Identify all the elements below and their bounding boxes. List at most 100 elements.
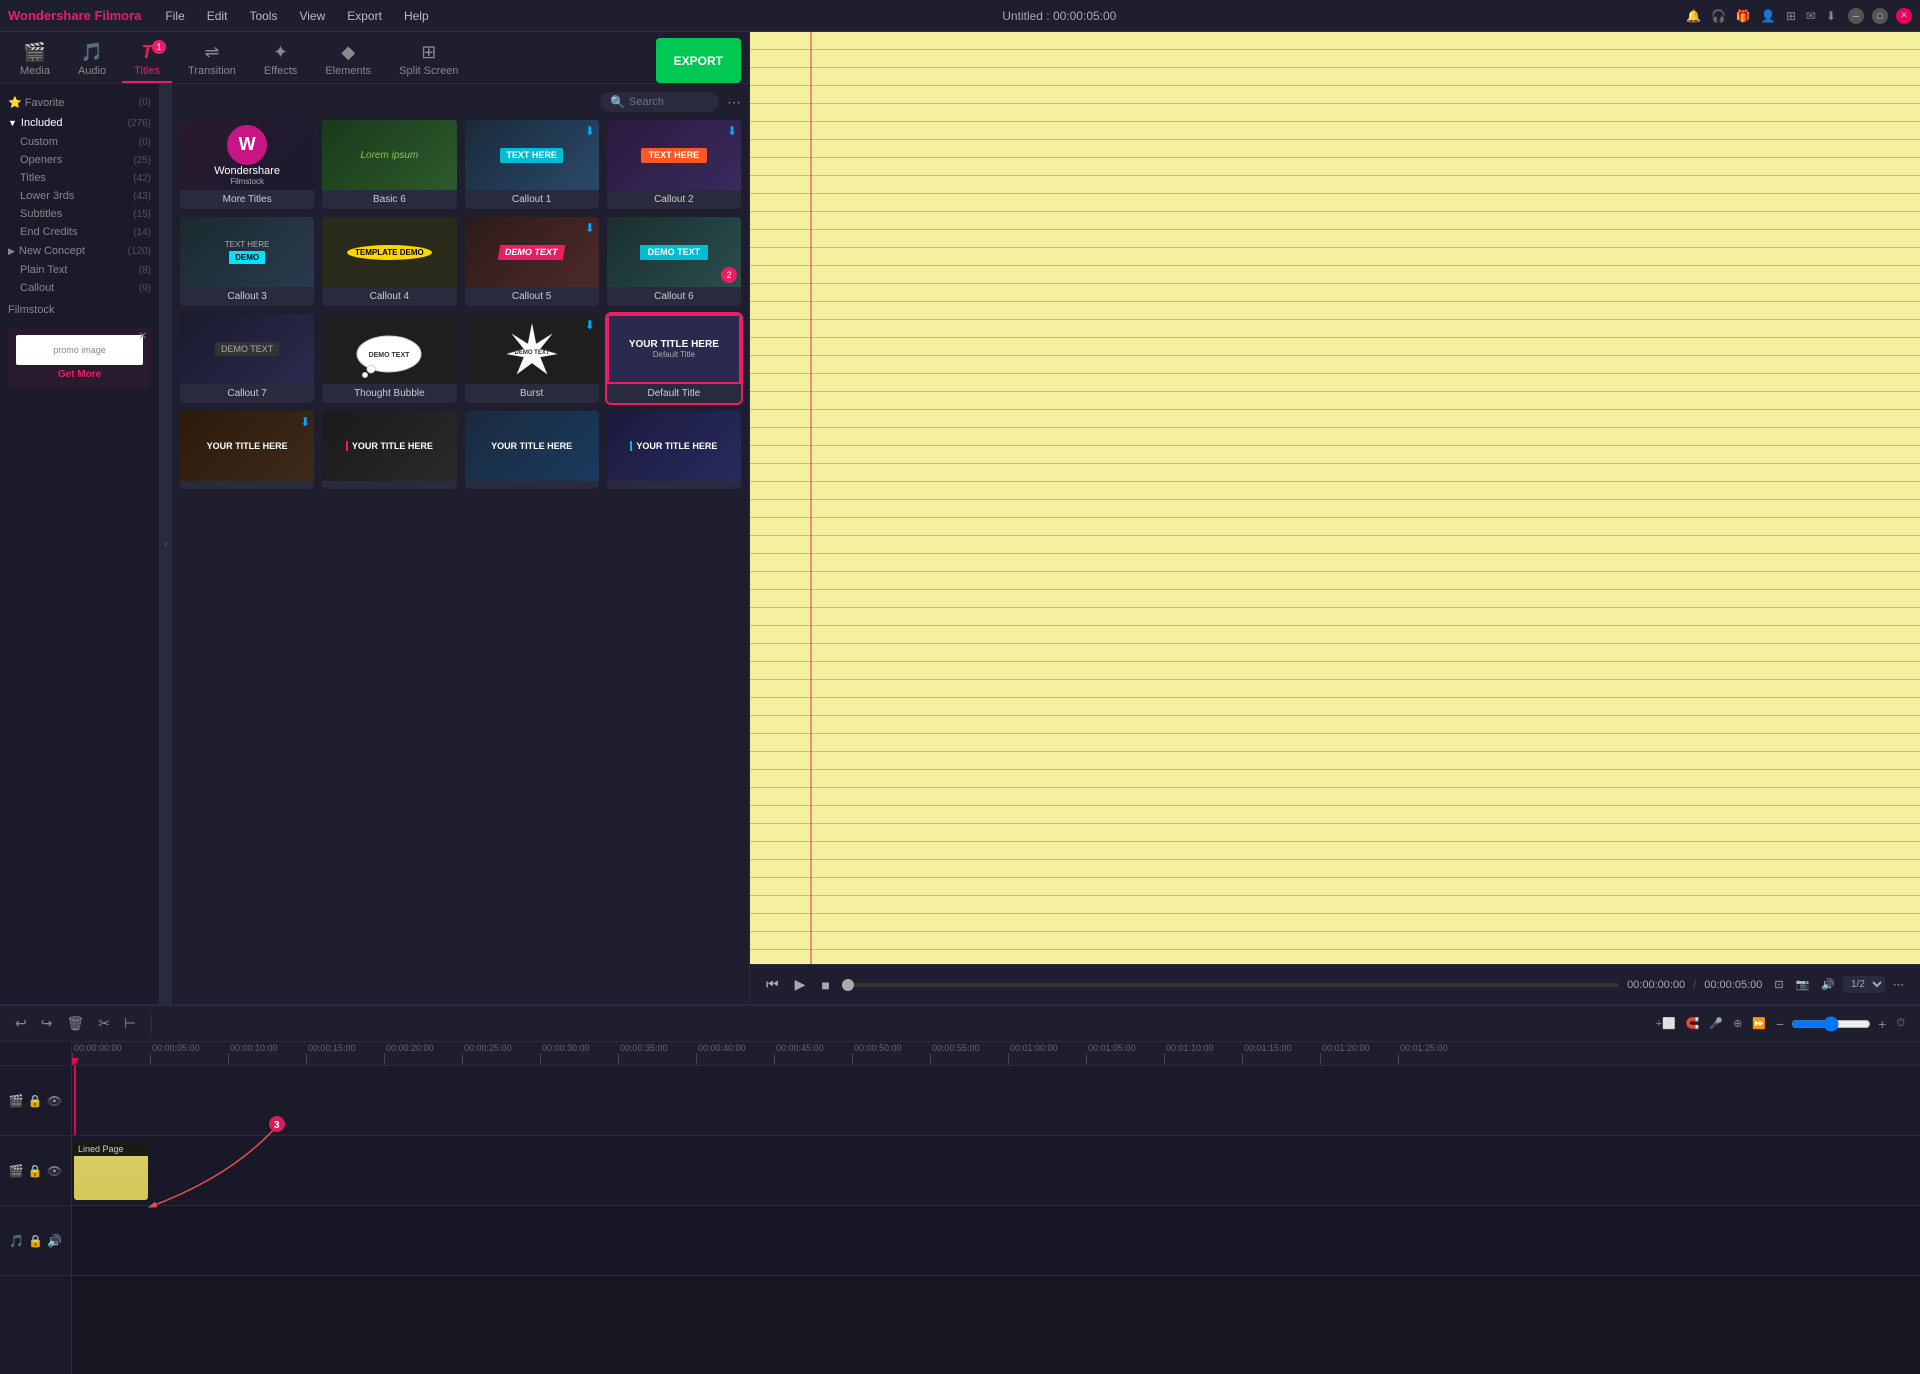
- video2-lock-icon[interactable]: 🔒: [28, 1164, 43, 1178]
- title-card-callout7[interactable]: DEMO TEXT Callout 7: [180, 314, 314, 403]
- user-icon[interactable]: 👤: [1761, 9, 1776, 23]
- time-separator: /: [1693, 979, 1696, 991]
- headphones-icon[interactable]: 🎧: [1711, 9, 1726, 23]
- mail-icon[interactable]: ✉: [1806, 9, 1816, 23]
- category-new-concept-header[interactable]: ▶ New Concept (120): [0, 241, 159, 261]
- menu-help[interactable]: Help: [400, 7, 433, 25]
- callout4-label: Callout 4: [322, 287, 456, 306]
- media-tabs: 🎬 Media 🎵 Audio T Titles 1 ⇌ Transition …: [0, 32, 749, 84]
- tab-elements[interactable]: ◆ Elements: [313, 38, 383, 83]
- category-callout[interactable]: Callout (9): [0, 279, 159, 297]
- magnet-button[interactable]: 🧲: [1683, 1014, 1703, 1033]
- play-button[interactable]: ▶: [791, 972, 810, 997]
- zoom-in-button[interactable]: +: [1875, 1013, 1889, 1035]
- tab-media[interactable]: 🎬 Media: [8, 38, 62, 83]
- ruler-line-major-15: [1242, 1053, 1243, 1065]
- speed-button[interactable]: ⏩: [1749, 1014, 1769, 1033]
- stop-button[interactable]: ■: [817, 973, 833, 997]
- title-card-default-title[interactable]: YOUR TITLE HERE Default Title Default Ti…: [607, 314, 741, 403]
- add-media-button[interactable]: +⬜: [1653, 1014, 1679, 1033]
- grid-options-icon[interactable]: ⋯: [727, 94, 741, 111]
- bell-icon[interactable]: 🔔: [1686, 9, 1701, 23]
- track-label-video2: 🎬 🔒 👁: [0, 1136, 71, 1206]
- category-filmstock[interactable]: Filmstock: [0, 301, 159, 319]
- title-card-burst[interactable]: DEMO TEXT ⬇ Burst: [465, 314, 599, 403]
- prev-frame-button[interactable]: ⏮: [762, 972, 783, 997]
- menu-tools[interactable]: Tools: [245, 7, 281, 25]
- zoom-out-button[interactable]: −: [1773, 1013, 1787, 1035]
- get-more-label[interactable]: Get More: [16, 369, 143, 380]
- close-button[interactable]: ✕: [1896, 8, 1912, 24]
- tab-split-screen[interactable]: ⊞ Split Screen: [387, 38, 470, 83]
- category-plain-text[interactable]: Plain Text (8): [0, 261, 159, 279]
- video1-eye-icon[interactable]: 👁: [47, 1094, 62, 1108]
- volume-button[interactable]: 🔊: [1817, 974, 1839, 995]
- category-custom[interactable]: Custom (0): [0, 133, 159, 151]
- title-card-callout3[interactable]: TEXT HERE DEMO Callout 3: [180, 217, 314, 306]
- category-included-header[interactable]: ▼ Included (276): [0, 113, 159, 133]
- clip-lined-page[interactable]: Lined Page: [74, 1142, 148, 1200]
- zoom-slider[interactable]: [1791, 1016, 1871, 1032]
- audio-vol-icon[interactable]: 🔊: [47, 1234, 62, 1248]
- tab-titles[interactable]: T Titles 1: [122, 38, 172, 83]
- title-card-callout4[interactable]: TEMPLATE DEMO Callout 4: [322, 217, 456, 306]
- category-subtitles[interactable]: Subtitles (15): [0, 205, 159, 223]
- split-button[interactable]: ⊢: [121, 1012, 139, 1035]
- tab-audio[interactable]: 🎵 Audio: [66, 38, 118, 83]
- default-title-thumb-line2: Default Title: [653, 350, 695, 359]
- timeline-tracks[interactable]: 00:00:00:00 00:00:05:00 00:00:10:00 00:0…: [72, 1042, 1920, 1374]
- preview-progress-bar[interactable]: [842, 983, 1619, 987]
- title-card-row4d[interactable]: YOUR TITLE HERE: [607, 411, 741, 489]
- mic-button[interactable]: 🎤: [1706, 1014, 1726, 1033]
- search-box[interactable]: 🔍: [600, 92, 719, 112]
- title-card-callout1[interactable]: TEXT HERE ⬇ Callout 1: [465, 120, 599, 209]
- get-more-close-button[interactable]: ✕: [139, 331, 147, 342]
- title-card-row4a[interactable]: YOUR TITLE HERE ⬇: [180, 411, 314, 489]
- ruler-line-major-1: [150, 1053, 151, 1065]
- cut-button[interactable]: ✂: [95, 1012, 113, 1035]
- title-card-row4b[interactable]: YOUR TITLE HERE: [322, 411, 456, 489]
- search-input[interactable]: [629, 96, 709, 108]
- undo-button[interactable]: ↩: [12, 1012, 30, 1035]
- scroll-arrow[interactable]: ‹: [160, 84, 172, 1004]
- category-openers[interactable]: Openers (25): [0, 151, 159, 169]
- menu-export[interactable]: Export: [343, 7, 386, 25]
- menu-file[interactable]: File: [161, 7, 188, 25]
- title-card-thought-bubble[interactable]: DEMO TEXT Thought Bubble: [322, 314, 456, 403]
- video1-lock-icon[interactable]: 🔒: [28, 1094, 43, 1108]
- export-button[interactable]: EXPORT: [656, 38, 741, 83]
- minimize-button[interactable]: ─: [1848, 8, 1864, 24]
- delete-button[interactable]: 🗑: [63, 1012, 87, 1035]
- menu-view[interactable]: View: [295, 7, 329, 25]
- playhead[interactable]: [74, 1066, 76, 1135]
- audio-lock-icon[interactable]: 🔒: [28, 1234, 43, 1248]
- title-card-callout6[interactable]: DEMO TEXT 2 Callout 6: [607, 217, 741, 306]
- screenshot-button[interactable]: 📷: [1792, 974, 1814, 995]
- video2-eye-icon[interactable]: 👁: [47, 1164, 62, 1178]
- redo-button[interactable]: ↪: [38, 1012, 56, 1035]
- title-card-more-titles[interactable]: W Wondershare Filmstock More Titles: [180, 120, 314, 209]
- menu-edit[interactable]: Edit: [203, 7, 232, 25]
- tab-transition[interactable]: ⇌ Transition: [176, 38, 248, 83]
- title-card-basic6[interactable]: Lorem ipsum Basic 6: [322, 120, 456, 209]
- category-lower3rds[interactable]: Lower 3rds (43): [0, 187, 159, 205]
- category-titles[interactable]: Titles (42): [0, 169, 159, 187]
- tab-effects[interactable]: ✦ Effects: [252, 38, 309, 83]
- burst-label: Burst: [465, 384, 599, 403]
- category-favorite[interactable]: ⭐ Favorite (0): [0, 92, 159, 113]
- maximize-button[interactable]: □: [1872, 8, 1888, 24]
- more-preview-options-button[interactable]: ⋯: [1889, 974, 1908, 995]
- callout2-label: Callout 2: [607, 190, 741, 209]
- motion-track-button[interactable]: ⊕: [1730, 1014, 1745, 1033]
- title-card-callout5[interactable]: DEMO TEXT ⬇ Callout 5: [465, 217, 599, 306]
- gift-icon[interactable]: 🎁: [1736, 9, 1751, 23]
- title-card-callout2[interactable]: TEXT HERE ⬇ Callout 2: [607, 120, 741, 209]
- grid-icon[interactable]: ⊞: [1786, 9, 1796, 23]
- ruler-mark-1: 00:00:05:00: [150, 1043, 228, 1065]
- title-card-row4c[interactable]: YOUR TITLE HERE: [465, 411, 599, 489]
- category-end-credits[interactable]: End Credits (14): [0, 223, 159, 241]
- quality-select[interactable]: 1/2: [1843, 976, 1885, 993]
- clock-button[interactable]: ⏱: [1893, 1014, 1908, 1033]
- download-icon[interactable]: ⬇: [1826, 9, 1836, 23]
- fit-screen-button[interactable]: ⊡: [1770, 974, 1787, 995]
